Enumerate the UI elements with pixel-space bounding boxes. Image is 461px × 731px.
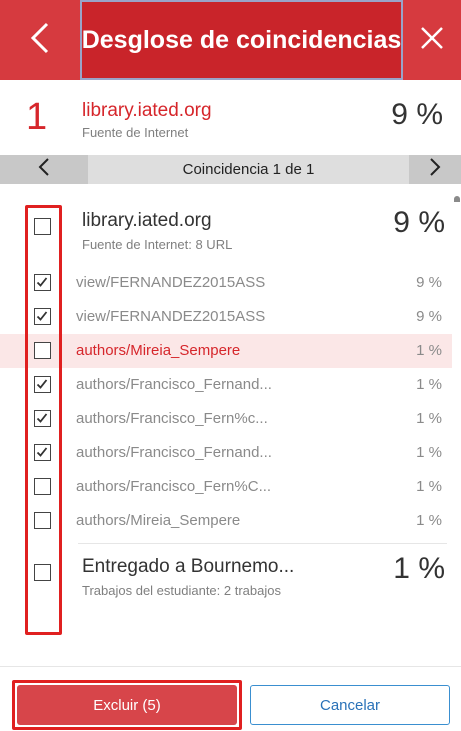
source-checkbox[interactable] (34, 564, 51, 581)
match-url-checkbox[interactable] (34, 478, 51, 495)
footer-actions: Excluir (5) Cancelar (0, 666, 461, 731)
match-url-percent: 1 % (416, 444, 442, 461)
match-url-percent: 1 % (416, 512, 442, 529)
close-icon (419, 25, 445, 56)
close-button[interactable] (403, 0, 461, 80)
source-index: 1 (26, 96, 48, 138)
match-url-label: authors/Francisco_Fern%c... (76, 410, 268, 427)
list-divider (78, 543, 447, 544)
match-url-label: authors/Mireia_Sempere (76, 512, 241, 529)
source-group-header: Entregado a Bournemo... Trabajos del estu… (0, 548, 461, 618)
source-group-header: library.iated.org Fuente de Internet: 8 U… (0, 202, 461, 272)
source-group-percent: 9 % (393, 206, 445, 239)
exclude-button[interactable]: Excluir (5) (17, 685, 237, 725)
source-percent: 9 % (391, 98, 443, 131)
match-url-row[interactable]: view/FERNANDEZ2015ASS 9 % (0, 266, 452, 300)
source-group-percent: 1 % (393, 552, 445, 585)
match-counter: Coincidencia 1 de 1 (182, 161, 315, 178)
match-url-row[interactable]: authors/Francisco_Fernand... 1 % (0, 368, 452, 402)
match-url-label: authors/Francisco_Fern%C... (76, 478, 272, 495)
match-url-checkbox[interactable] (34, 308, 51, 325)
match-navigator: Coincidencia 1 de 1 (0, 155, 461, 184)
source-group-detail: Trabajos del estudiante: 2 trabajos (82, 583, 281, 598)
source-name: library.iated.org (82, 100, 212, 121)
match-url-checkbox[interactable] (34, 274, 51, 291)
source-summary: 1 library.iated.org Fuente de Internet 9… (0, 80, 461, 155)
match-url-checkbox[interactable] (34, 342, 51, 359)
match-url-checkbox[interactable] (34, 376, 51, 393)
source-group-detail: Fuente de Internet: 8 URL (82, 237, 233, 252)
match-url-row[interactable]: authors/Francisco_Fern%c... 1 % (0, 402, 452, 436)
sources-list[interactable]: library.iated.org Fuente de Internet: 8 U… (0, 184, 461, 666)
source-group-name: Entregado a Bournemo... (82, 556, 295, 577)
match-url-row[interactable]: authors/Francisco_Fern%C... 1 % (0, 470, 452, 504)
source-checkbox[interactable] (34, 218, 51, 235)
match-url-percent: 1 % (416, 410, 442, 427)
previous-match-button[interactable] (0, 155, 88, 184)
match-url-label: authors/Mireia_Sempere (76, 342, 241, 359)
next-match-button[interactable] (409, 155, 461, 184)
header-bar: Desglose de coincidencias (0, 0, 461, 80)
chevron-left-icon (38, 158, 50, 181)
cancel-button[interactable]: Cancelar (250, 685, 450, 725)
match-url-percent: 1 % (416, 376, 442, 393)
match-url-checkbox[interactable] (34, 512, 51, 529)
match-url-label: authors/Francisco_Fernand... (76, 444, 272, 461)
match-url-row[interactable]: authors/Mireia_Sempere 1 % (0, 504, 452, 538)
chevron-right-icon (429, 158, 441, 181)
title-box: Desglose de coincidencias (80, 0, 403, 80)
match-url-percent: 1 % (416, 342, 442, 359)
match-url-checkbox[interactable] (34, 444, 51, 461)
page-title: Desglose de coincidencias (81, 25, 402, 54)
back-button[interactable] (0, 0, 80, 80)
match-url-row[interactable]: view/FERNANDEZ2015ASS 9 % (0, 300, 452, 334)
match-url-row[interactable]: authors/Francisco_Fernand... 1 % (0, 436, 452, 470)
source-group-name: library.iated.org (82, 210, 212, 231)
match-url-percent: 9 % (416, 274, 442, 291)
source-type: Fuente de Internet (82, 125, 189, 140)
match-url-percent: 1 % (416, 478, 442, 495)
match-url-label: view/FERNANDEZ2015ASS (76, 308, 266, 325)
chevron-left-icon (30, 21, 50, 60)
match-url-row[interactable]: authors/Mireia_Sempere 1 % (0, 334, 452, 368)
match-url-label: authors/Francisco_Fernand... (76, 376, 272, 393)
match-url-percent: 9 % (416, 308, 442, 325)
match-url-checkbox[interactable] (34, 410, 51, 427)
match-url-label: view/FERNANDEZ2015ASS (76, 274, 266, 291)
